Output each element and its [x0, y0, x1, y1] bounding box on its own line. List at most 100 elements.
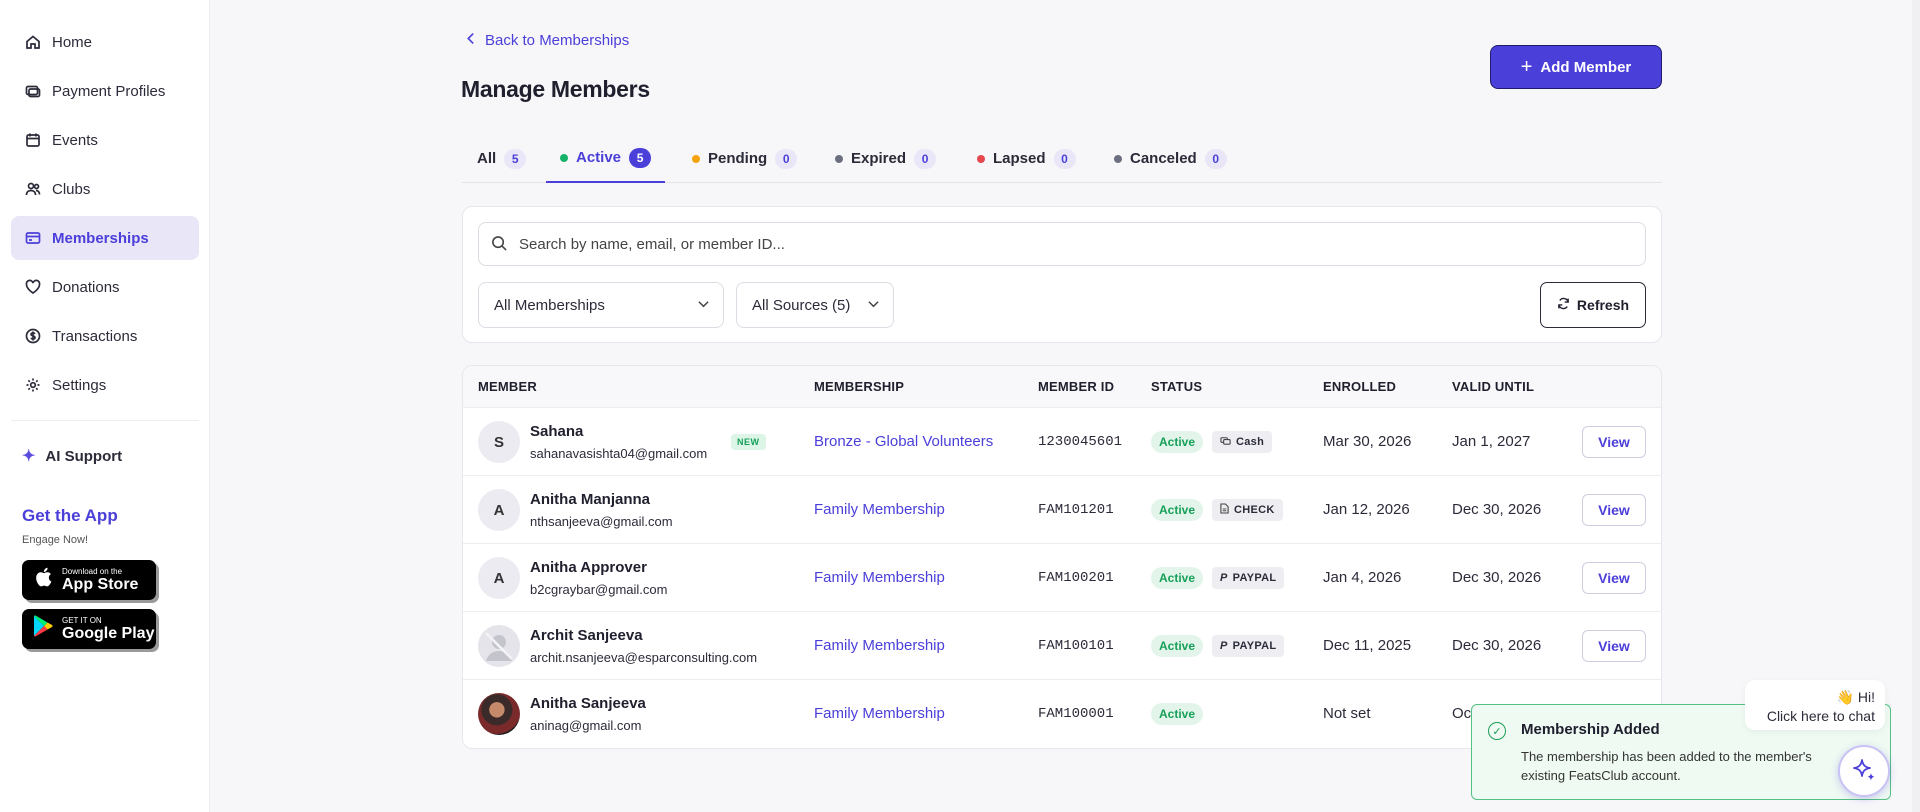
tab-expired[interactable]: Expired 0 — [835, 140, 937, 183]
google-play-button[interactable]: GET IT ON Google Play — [22, 609, 156, 649]
tab-count: 0 — [1053, 148, 1076, 169]
member-id: FAM100201 — [1038, 570, 1114, 586]
tab-count: 0 — [775, 148, 798, 169]
membership-link[interactable]: Family Membership — [814, 705, 945, 722]
sidebar-item-label: Payment Profiles — [52, 82, 166, 100]
tab-active[interactable]: Active 5 — [546, 140, 666, 183]
tab-label: All — [477, 150, 497, 167]
table-row: A Anitha Approver b2cgraybar@gmail.com F… — [463, 544, 1661, 612]
refresh-label: Refresh — [1576, 297, 1630, 313]
sidebar-item-home[interactable]: Home — [11, 20, 199, 64]
member-id: FAM100101 — [1038, 638, 1114, 654]
sidebar-item-donations[interactable]: Donations — [11, 265, 199, 309]
tab-label: Lapsed — [993, 150, 1046, 167]
membership-link[interactable]: Family Membership — [814, 637, 945, 654]
column-header-membership: MEMBERSHIP — [814, 379, 905, 394]
source-label: PAYPAL — [1232, 640, 1277, 652]
refresh-button[interactable]: Refresh — [1540, 282, 1646, 328]
back-to-memberships-link[interactable]: Back to Memberships — [466, 32, 629, 49]
valid-until-date: Jan 1, 2027 — [1452, 433, 1531, 450]
app-store-text: Download on the App Store — [62, 567, 138, 594]
source-label: CHECK — [1234, 504, 1275, 516]
members-table: MEMBER MEMBERSHIP MEMBER ID STATUS ENROL… — [462, 365, 1662, 749]
member-name: Anitha Sanjeeva — [530, 695, 646, 712]
sidebar-item-label: Events — [52, 131, 98, 149]
paypal-icon: P — [1220, 640, 1228, 652]
view-button[interactable]: View — [1582, 426, 1646, 458]
tab-count: 5 — [629, 147, 652, 168]
sidebar-item-label: Settings — [52, 376, 107, 394]
document-icon — [1220, 503, 1229, 517]
tab-lapsed[interactable]: Lapsed 0 — [977, 140, 1076, 183]
dollar-circle-icon — [24, 327, 42, 345]
app-store-button[interactable]: Download on the App Store — [22, 560, 156, 600]
search-input[interactable] — [519, 235, 1619, 253]
source-filter-select[interactable]: All Sources (5) — [736, 282, 894, 328]
chat-greeting-bubble[interactable]: 👋 Hi! Click here to chat — [1745, 680, 1885, 730]
status-badge: Active — [1151, 703, 1204, 725]
status-badge: Active — [1151, 635, 1204, 657]
enrolled-date: Jan 4, 2026 — [1323, 569, 1402, 586]
users-icon — [24, 180, 42, 198]
cash-icon — [1220, 435, 1231, 449]
ai-support-link[interactable]: ✦ AI Support — [22, 446, 122, 466]
member-name: Archit Sanjeeva — [530, 627, 643, 644]
tab-label: Pending — [708, 150, 768, 167]
table-row: S Sahana sahanavasishta04@gmail.com NEW … — [463, 408, 1661, 476]
google-play-icon — [32, 615, 54, 643]
column-header-member: MEMBER — [478, 379, 537, 394]
status-dot-red — [977, 154, 985, 163]
member-name: Anitha Manjanna — [530, 491, 651, 508]
status-badge: Active — [1151, 431, 1204, 453]
apple-icon — [32, 566, 54, 594]
column-header-status: STATUS — [1151, 379, 1203, 394]
sidebar-item-memberships[interactable]: Memberships — [11, 216, 199, 260]
member-email: nthsanjeeva@gmail.com — [530, 514, 673, 529]
member-email: aninag@gmail.com — [530, 718, 642, 733]
chat-launcher-button[interactable] — [1838, 745, 1890, 797]
membership-link[interactable]: Family Membership — [814, 569, 945, 586]
source-label: PAYPAL — [1232, 572, 1277, 584]
sidebar-item-payment-profiles[interactable]: Payment Profiles — [11, 69, 199, 113]
source-label: Cash — [1236, 436, 1265, 448]
filter-card: All Memberships All Sources (5) Refresh — [462, 206, 1662, 343]
valid-until-date: Dec 30, 2026 — [1452, 569, 1542, 586]
tab-all[interactable]: All 5 — [477, 140, 527, 183]
membership-filter-value: All Memberships — [494, 296, 605, 314]
view-button[interactable]: View — [1582, 562, 1646, 594]
back-link-label: Back to Memberships — [485, 32, 630, 49]
app-store-big: App Store — [62, 575, 139, 593]
sidebar-item-events[interactable]: Events — [11, 118, 199, 162]
tab-canceled[interactable]: Canceled 0 — [1114, 140, 1227, 183]
add-member-button[interactable]: + Add Member — [1490, 45, 1662, 89]
status-tabs: All 5 Active 5 Pending 0 Expired 0 Lapse… — [462, 140, 1662, 183]
view-button[interactable]: View — [1582, 630, 1646, 662]
search-icon — [491, 235, 509, 253]
table-row: A Anitha Manjanna nthsanjeeva@gmail.com … — [463, 476, 1661, 544]
valid-until-date: Oc — [1452, 705, 1472, 722]
refresh-icon — [1557, 297, 1570, 313]
ai-support-label: AI Support — [45, 447, 123, 465]
engage-text: Engage Now! — [22, 534, 89, 546]
member-name: Sahana — [530, 423, 584, 440]
tab-label: Canceled — [1130, 150, 1197, 167]
search-box[interactable] — [478, 222, 1646, 266]
avatar-photo — [478, 693, 520, 735]
membership-link[interactable]: Bronze - Global Volunteers — [814, 433, 993, 450]
member-email: sahanavasishta04@gmail.com — [530, 446, 708, 461]
member-id: FAM100001 — [1038, 706, 1114, 722]
view-button[interactable]: View — [1582, 494, 1646, 526]
sidebar-nav: Home Payment Profiles Events Clubs Membe… — [11, 20, 199, 412]
page-scrollbar[interactable] — [1912, 0, 1920, 812]
toast-title: Membership Added — [1521, 721, 1660, 738]
membership-link[interactable]: Family Membership — [814, 501, 945, 518]
chat-greeting: 👋 Hi! — [1836, 689, 1875, 705]
tab-pending[interactable]: Pending 0 — [692, 140, 798, 183]
sidebar-item-transactions[interactable]: Transactions — [11, 314, 199, 358]
column-header-valid-until: VALID UNTIL — [1452, 379, 1535, 394]
membership-filter-select[interactable]: All Memberships — [478, 282, 724, 328]
table-row: Archit Sanjeeva archit.nsanjeeva@esparco… — [463, 612, 1661, 680]
enrolled-date: Dec 11, 2025 — [1323, 637, 1412, 654]
sidebar-item-settings[interactable]: Settings — [11, 363, 199, 407]
sidebar-item-clubs[interactable]: Clubs — [11, 167, 199, 211]
